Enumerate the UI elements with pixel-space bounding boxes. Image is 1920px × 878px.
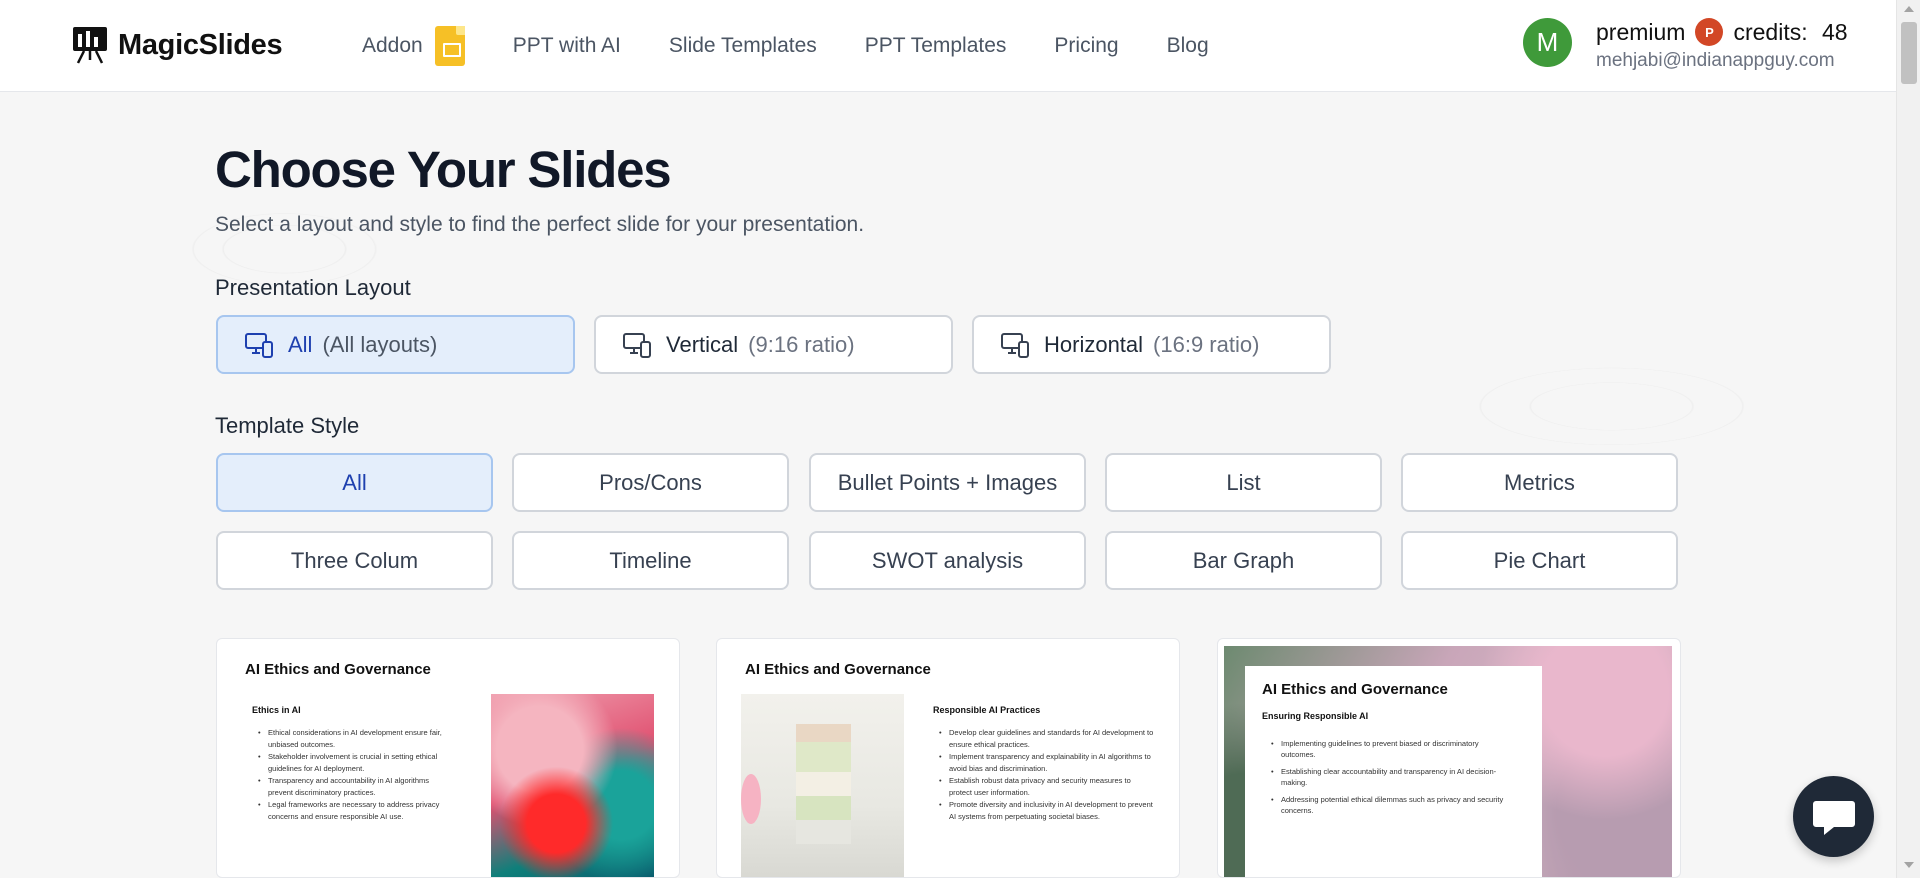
slide-card[interactable]: AI Ethics and Governance Responsible AI … [716,638,1180,878]
slide-bullet: Transparency and accountability in AI al… [254,775,454,799]
layout-all-label: All [288,331,313,357]
nav-addon-label: Addon [362,34,423,57]
slide-title: AI Ethics and Governance [1262,681,1448,698]
layout-horizontal-sub: (16:9 ratio) [1153,331,1260,357]
layout-vertical-label: Vertical [666,331,739,357]
logo[interactable]: MagicSlides [72,26,283,64]
slide-card[interactable]: AI Ethics and Governance Ensuring Respon… [1217,638,1681,878]
layout-horizontal-button[interactable]: Horizontal (16:9 ratio) [972,315,1331,374]
nav-ppt-templates[interactable]: PPT Templates [865,34,1007,58]
style-metrics-button[interactable]: Metrics [1401,453,1678,512]
nav-slide-templates[interactable]: Slide Templates [669,34,817,58]
layout-all-button[interactable]: All (All layouts) [216,315,575,374]
slide-image [741,694,904,877]
slide-bullet: Establish robust data privacy and securi… [935,775,1155,799]
slide-subtitle: Ensuring Responsible AI [1262,711,1369,721]
nav-addon[interactable]: Addon [362,26,465,66]
credits-value: 48 [1822,18,1848,45]
style-list-button[interactable]: List [1105,453,1382,512]
plan-label: premium [1596,18,1686,45]
nav-pricing[interactable]: Pricing [1054,34,1118,58]
slide-bullet: Implementing guidelines to prevent biase… [1267,738,1507,760]
style-bar-graph-button[interactable]: Bar Graph [1105,531,1382,590]
slide-bullet: Legal frameworks are necessary to addres… [254,799,454,823]
scrollbar-thumb[interactable] [1901,22,1917,84]
page-title: Choose Your Slides [215,141,672,198]
user-info: premium P credits: 48 mehjabi@indianappg… [1596,18,1848,72]
slide-bullet: Implement transparency and explainabilit… [935,751,1155,775]
devices-icon [245,332,273,358]
devices-icon [1001,332,1029,358]
style-bullet-points-images-button[interactable]: Bullet Points + Images [809,453,1086,512]
page-subtitle: Select a layout and style to find the pe… [215,213,865,236]
credits-label: credits: [1733,18,1808,45]
slide-bullets: Implementing guidelines to prevent biase… [1267,738,1507,816]
scroll-up-arrow-icon[interactable] [1904,6,1914,12]
vertical-scrollbar[interactable] [1896,0,1920,878]
slide-image [491,694,654,877]
chat-support-button[interactable] [1793,776,1874,857]
layout-horizontal-label: Horizontal [1044,331,1144,357]
layout-vertical-sub: (9:16 ratio) [748,331,855,357]
slide-bullet: Promote diversity and inclusivity in AI … [935,799,1155,823]
slide-card[interactable]: AI Ethics and Governance Ethics in AI Et… [216,638,680,878]
logo-text: MagicSlides [118,28,283,61]
slide-bullet: Establishing clear accountability and tr… [1267,766,1507,788]
slide-bullets: Ethical considerations in AI development… [254,727,454,823]
layout-vertical-button[interactable]: Vertical (9:16 ratio) [594,315,953,374]
slide-bullet: Develop clear guidelines and standards f… [935,727,1155,751]
style-three-column-button[interactable]: Three Colum [216,531,493,590]
chat-bubble-icon [1812,800,1855,835]
slide-subtitle: Ethics in AI [252,705,301,715]
scroll-down-arrow-icon[interactable] [1904,862,1914,868]
slide-subtitle: Responsible AI Practices [933,705,1041,715]
slide-title: AI Ethics and Governance [745,661,931,678]
top-navbar: MagicSlides Addon PPT with AI Slide Temp… [0,0,1896,92]
presentation-board-icon [73,27,107,64]
presentation-layout-label: Presentation Layout [215,275,411,300]
nav-ppt-with-ai[interactable]: PPT with AI [513,34,621,58]
slide-bullet: Stakeholder involvement is crucial in se… [254,751,454,775]
style-swot-button[interactable]: SWOT analysis [809,531,1086,590]
user-email: mehjabi@indianappguy.com [1596,50,1835,71]
style-timeline-button[interactable]: Timeline [512,531,789,590]
slide-text-panel: AI Ethics and Governance Ensuring Respon… [1245,666,1542,877]
user-avatar[interactable]: M [1523,18,1572,67]
nav-blog[interactable]: Blog [1167,34,1209,58]
slide-bullet: Ethical considerations in AI development… [254,727,454,751]
devices-icon [623,332,651,358]
google-slides-icon [434,26,465,66]
slide-bullet: Addressing potential ethical dilemmas su… [1267,794,1507,816]
style-pie-chart-button[interactable]: Pie Chart [1401,531,1678,590]
style-pros-cons-button[interactable]: Pros/Cons [512,453,789,512]
powerpoint-icon: P [1695,18,1724,46]
template-style-label: Template Style [215,413,360,438]
style-all-button[interactable]: All [216,453,493,512]
main-content: Choose Your Slides Select a layout and s… [215,140,1685,237]
layout-all-sub: (All layouts) [322,331,438,357]
slide-bullets: Develop clear guidelines and standards f… [935,727,1155,823]
main-nav: Addon PPT with AI Slide Templates PPT Te… [362,0,1257,92]
slide-title: AI Ethics and Governance [245,661,431,678]
